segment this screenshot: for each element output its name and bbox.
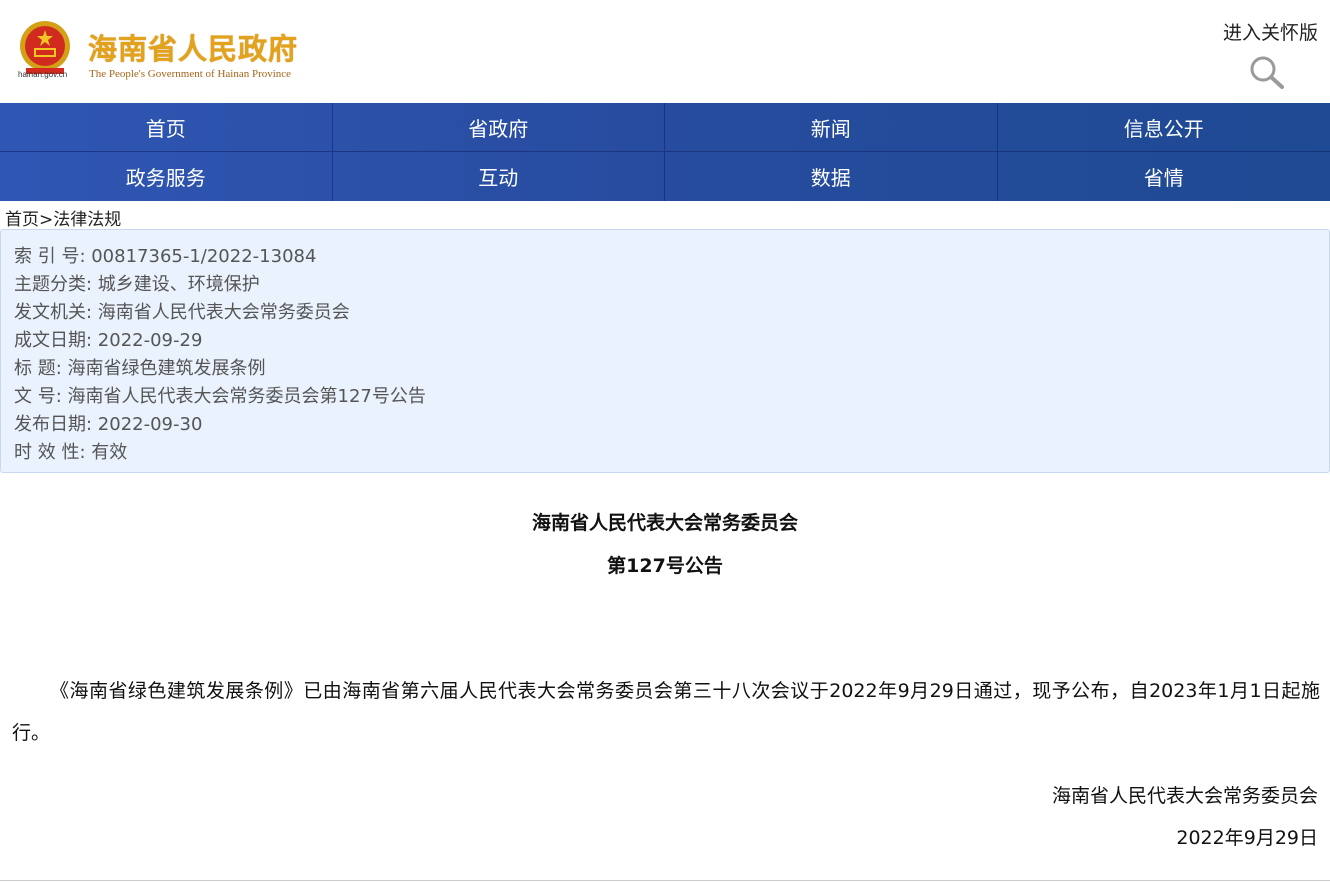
info-title: 标 题: 海南省绿色建筑发展条例 [14,358,266,379]
breadcrumb: 首页>法律法规 [5,205,121,230]
nav-item-data[interactable]: 数据 [665,152,998,201]
nav-item-news[interactable]: 新闻 [665,103,998,152]
info-publish-date: 发布日期: 2022-09-30 [14,414,203,435]
nav-item-interaction[interactable]: 互动 [333,152,665,201]
nav-item-gov-services[interactable]: 政务服务 [0,152,333,201]
site-header: hainan.gov.cn 海南省人民政府 The People's Gover… [0,0,1330,103]
divider [0,880,1330,881]
info-issuer: 发文机关: 海南省人民代表大会常务委员会 [14,302,350,323]
article-body: 《海南省绿色建筑发展条例》已由海南省第六届人民代表大会常务委员会第三十八次会议于… [12,680,1320,744]
article-signature: 海南省人民代表大会常务委员会 [1051,785,1318,807]
site-domain: hainan.gov.cn [18,70,68,79]
nav-item-home[interactable]: 首页 [0,103,333,152]
care-mode-link[interactable]: 进入关怀版 [1223,18,1318,45]
article-subheading: 第127号公告 [607,555,723,577]
document-info-panel: 索 引 号: 00817365-1/2022-13084 主题分类: 城乡建设、… [0,229,1330,473]
info-written-date: 成文日期: 2022-09-29 [14,330,203,351]
nav-item-province-overview[interactable]: 省情 [998,152,1330,201]
site-title[interactable]: 海南省人民政府 [88,26,298,68]
breadcrumb-home[interactable]: 首页 [5,210,39,230]
nav-item-provincial-government[interactable]: 省政府 [332,103,665,152]
info-document-number: 文 号: 海南省人民代表大会常务委员会第127号公告 [14,386,426,407]
info-category: 主题分类: 城乡建设、环境保护 [14,274,260,295]
nav-item-info-disclosure[interactable]: 信息公开 [997,103,1330,152]
info-index-number: 索 引 号: 00817365-1/2022-13084 [14,246,317,267]
site-subtitle: The People's Government of Hainan Provin… [89,68,292,80]
breadcrumb-current[interactable]: 法律法规 [53,210,121,230]
main-nav: 首页 省政府 新闻 信息公开 政务服务 互动 数据 省情 [0,103,1330,201]
breadcrumb-separator: > [39,210,54,230]
article-heading: 海南省人民代表大会常务委员会 [531,512,798,534]
info-validity: 时 效 性: 有效 [14,442,128,463]
article-date: 2022年9月29日 [1176,827,1318,849]
search-icon[interactable] [1248,55,1286,91]
